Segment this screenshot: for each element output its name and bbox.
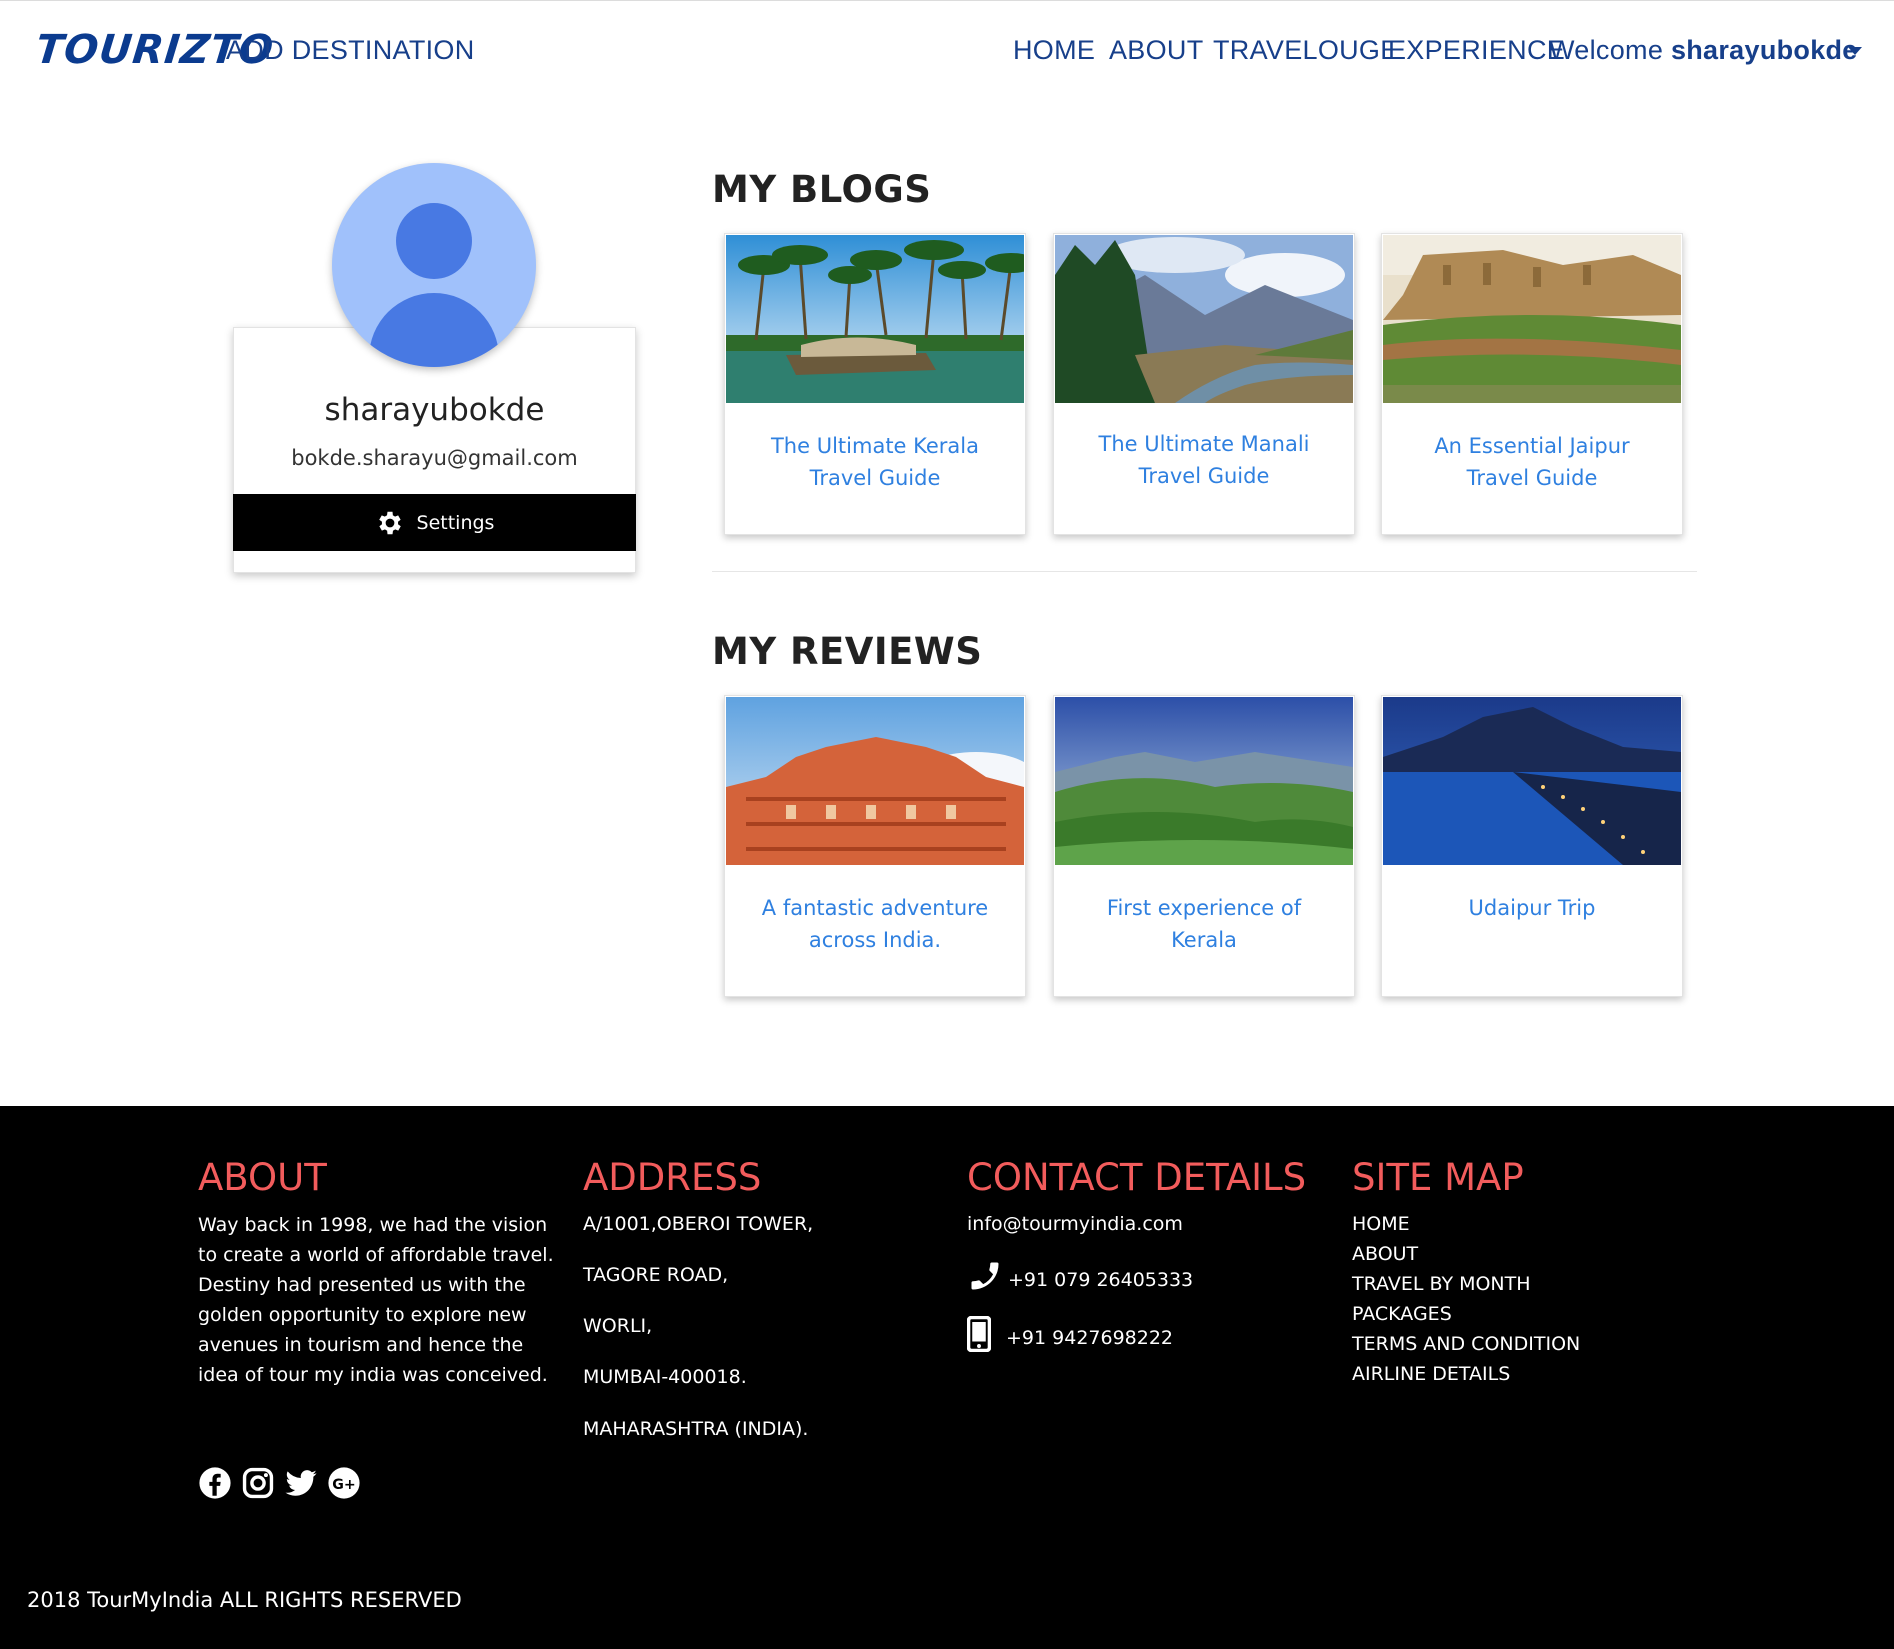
settings-label: Settings (416, 511, 495, 534)
jaipur-fort-image (1383, 235, 1681, 403)
contact-mobile[interactable]: +91 9427698222 (1006, 1327, 1173, 1349)
profile-email: bokde.sharayu@gmail.com (291, 446, 578, 470)
footer-address-heading: ADDRESS (583, 1156, 762, 1199)
footer-about-text: Way back in 1998, we had the vision to c… (198, 1214, 554, 1386)
blog-card[interactable]: The Ultimate Manali Travel Guide (1053, 233, 1355, 535)
profile-name: sharayubokde (324, 392, 545, 428)
address-line: MUMBAI-400018. (583, 1366, 747, 1388)
nav-about[interactable]: ABOUT (1109, 35, 1204, 66)
hawa-mahal-image (726, 697, 1024, 865)
review-title-link[interactable]: A fantastic adventure across India. (745, 892, 1005, 956)
avatar-body (369, 293, 499, 367)
blog-title-link[interactable]: The Ultimate Manali Travel Guide (1074, 428, 1334, 492)
review-card[interactable]: A fantastic adventure across India. (724, 695, 1026, 997)
review-title-link[interactable]: Udaipur Trip (1402, 892, 1662, 924)
navbar: TOURIZTO ADD DESTINATION HOME ABOUT TRAV… (0, 0, 1894, 100)
twitter-icon[interactable] (284, 1466, 318, 1500)
address-line: A/1001,OBEROI TOWER, (583, 1213, 814, 1235)
section-divider (712, 571, 1697, 572)
settings-button[interactable]: Settings (233, 494, 636, 551)
sitemap-link[interactable]: HOME (1352, 1213, 1410, 1235)
avatar-head (396, 203, 472, 279)
review-title-link[interactable]: First experience of Kerala (1074, 892, 1334, 956)
address-line: WORLI, (583, 1315, 653, 1337)
sitemap-link[interactable]: TERMS AND CONDITION (1352, 1333, 1580, 1355)
manali-valley-image (1055, 235, 1353, 403)
copyright-text: 2018 TourMyIndia ALL RIGHTS RESERVED (27, 1588, 462, 1612)
mobile-icon (967, 1316, 991, 1352)
my-blogs-title: MY BLOGS (712, 168, 932, 211)
welcome-prefix: Welcome (1549, 35, 1664, 65)
contact-phone[interactable]: +91 079 26405333 (1008, 1269, 1193, 1291)
sitemap-link[interactable]: TRAVEL BY MONTH (1352, 1273, 1531, 1295)
gear-icon (378, 511, 401, 534)
phone-icon (971, 1262, 999, 1290)
sitemap-link[interactable]: PACKAGES (1352, 1303, 1452, 1325)
address-line: MAHARASHTRA (INDIA). (583, 1418, 809, 1440)
blog-card[interactable]: An Essential Jaipur Travel Guide (1381, 233, 1683, 535)
user-menu-toggle[interactable]: Welcome sharayubokde (1549, 35, 1858, 66)
social-icons: G+ (198, 1466, 361, 1500)
google-plus-icon[interactable]: G+ (327, 1466, 361, 1500)
my-reviews-title: MY REVIEWS (712, 630, 983, 673)
facebook-icon[interactable] (198, 1466, 232, 1500)
contact-email[interactable]: info@tourmyindia.com (967, 1213, 1183, 1235)
footer-contact-heading: CONTACT DETAILS (967, 1156, 1307, 1199)
nav-travelouge[interactable]: TRAVELOUGE (1213, 35, 1399, 66)
udaipur-lake-image (1383, 697, 1681, 865)
kerala-tea-hills-image (1055, 697, 1353, 865)
blog-title-link[interactable]: The Ultimate Kerala Travel Guide (745, 430, 1005, 494)
nav-home[interactable]: HOME (1013, 35, 1095, 66)
footer-sitemap-heading: SITE MAP (1352, 1156, 1524, 1199)
blog-card[interactable]: The Ultimate Kerala Travel Guide (724, 233, 1026, 535)
nav-add-destination[interactable]: ADD DESTINATION (226, 35, 475, 66)
nav-experience[interactable]: EXPERIENCE (1388, 35, 1565, 66)
sitemap-link[interactable]: AIRLINE DETAILS (1352, 1363, 1510, 1385)
kerala-backwaters-image (726, 235, 1024, 403)
sitemap-link[interactable]: ABOUT (1352, 1243, 1418, 1265)
review-card[interactable]: Udaipur Trip (1381, 695, 1683, 997)
welcome-username: sharayubokde (1670, 35, 1858, 65)
blog-title-link[interactable]: An Essential Jaipur Travel Guide (1402, 430, 1662, 494)
footer-about-heading: ABOUT (198, 1156, 327, 1199)
dropdown-caret-icon[interactable] (1848, 47, 1862, 55)
review-card[interactable]: First experience of Kerala (1053, 695, 1355, 997)
svg-text:G+: G+ (332, 1477, 355, 1493)
instagram-icon[interactable] (241, 1466, 275, 1500)
address-line: TAGORE ROAD, (583, 1264, 729, 1286)
avatar-icon (332, 163, 536, 367)
